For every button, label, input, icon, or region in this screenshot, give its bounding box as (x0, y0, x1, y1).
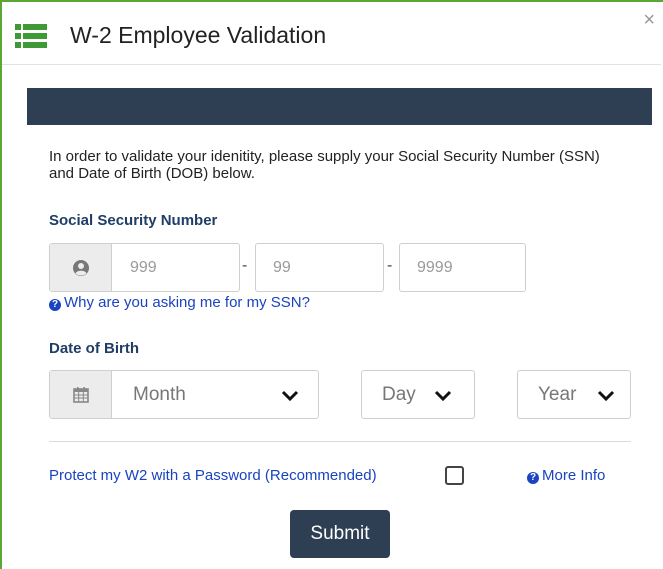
more-info-link-text: More Info (542, 467, 606, 484)
ssn-label: Social Security Number (49, 212, 218, 229)
intro-text: In order to validate your idenitity, ple… (49, 148, 600, 182)
chevron-down-icon (597, 390, 615, 402)
close-icon[interactable]: × (643, 10, 655, 30)
ssn-part2-placeholder: 99 (273, 259, 291, 276)
dialog-title: W-2 Employee Validation (70, 22, 327, 48)
ssn-separator: - (242, 257, 248, 274)
month-select-value: Month (133, 384, 186, 405)
chevron-down-icon (434, 390, 452, 402)
day-select[interactable]: Day (361, 370, 475, 419)
ssn-help-link[interactable]: ? Why are you asking me for my SSN? (49, 294, 310, 311)
ssn-part3-input[interactable]: 9999 (399, 243, 526, 292)
calendar-icon (50, 371, 112, 418)
ssn-separator: - (387, 257, 393, 274)
year-select[interactable]: Year (517, 370, 631, 419)
divider (49, 441, 631, 442)
list-icon (15, 24, 47, 48)
question-icon: ? (49, 299, 61, 311)
submit-button[interactable]: Submit (290, 510, 390, 558)
password-protect-label[interactable]: Protect my W2 with a Password (Recommend… (49, 467, 377, 484)
day-select-value: Day (382, 384, 416, 405)
ssn-part2-input[interactable]: 99 (255, 243, 384, 292)
chevron-down-icon (281, 390, 299, 402)
dialog-header: W-2 Employee Validation × (2, 2, 661, 65)
ssn-help-link-text: Why are you asking me for my SSN? (64, 294, 310, 311)
ssn-part1-placeholder: 999 (130, 259, 157, 276)
question-icon: ? (527, 472, 539, 484)
year-select-value: Year (538, 384, 577, 405)
ssn-part3-placeholder: 9999 (417, 259, 453, 276)
password-protect-checkbox[interactable] (445, 466, 464, 485)
month-select[interactable]: Month (49, 370, 319, 419)
more-info-link[interactable]: ? More Info (527, 467, 605, 484)
ssn-part1-input[interactable]: 999 (49, 243, 240, 292)
user-icon (50, 244, 112, 291)
dob-label: Date of Birth (49, 340, 139, 357)
header-banner (27, 88, 652, 125)
